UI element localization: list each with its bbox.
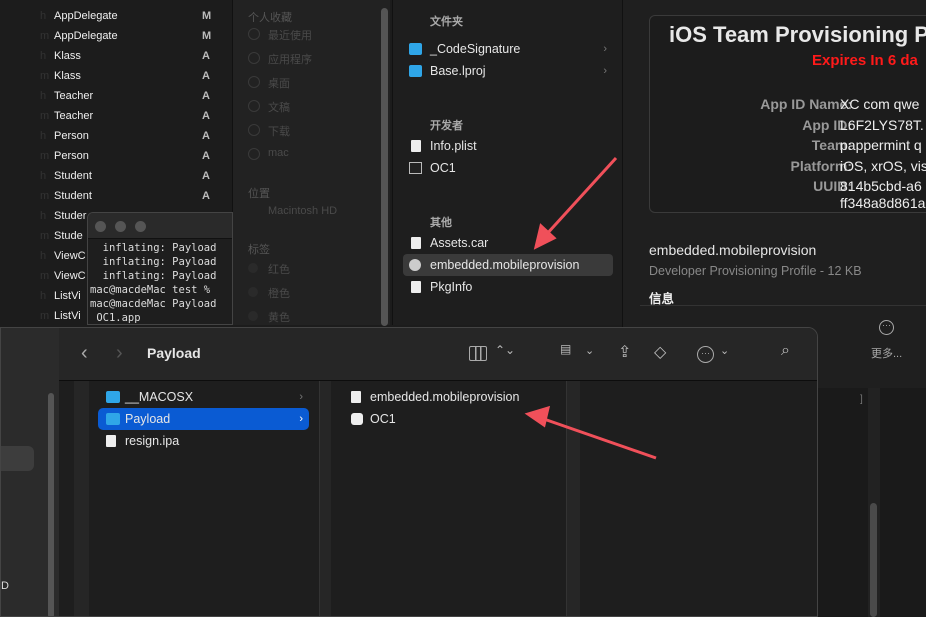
red-arrow-2-head — [524, 405, 551, 428]
red-arrow-1 — [543, 156, 618, 238]
annotation-arrows — [524, 156, 657, 460]
red-arrow-2 — [540, 416, 657, 460]
